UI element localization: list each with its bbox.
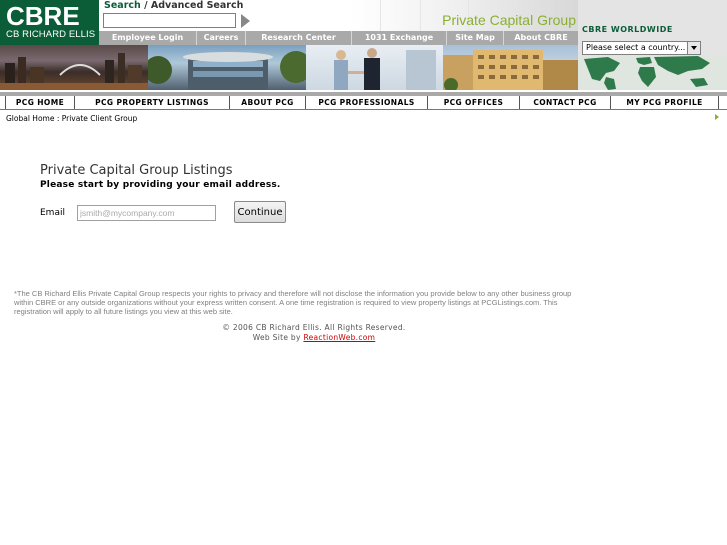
search-links: Search / Advanced Search (104, 0, 243, 11)
utility-nav-employee-login[interactable]: Employee Login (99, 31, 197, 45)
search-link-separator: / (144, 0, 148, 11)
search-area: Search / Advanced Search (99, 0, 350, 31)
utility-nav-research-center[interactable]: Research Center (246, 31, 352, 45)
advanced-search-link[interactable]: Advanced Search (151, 0, 243, 11)
photo-strip (0, 45, 578, 90)
nav-pcg-offices[interactable]: PCG OFFICES (427, 96, 519, 109)
chevron-down-icon[interactable] (687, 41, 701, 55)
site-credit: Web Site by ReactionWeb.com (0, 333, 628, 342)
search-go-arrow-icon[interactable] (241, 14, 250, 28)
email-field[interactable] (77, 205, 216, 221)
utility-nav-site-map[interactable]: Site Map (447, 31, 504, 45)
nav-pcg-home[interactable]: PCG HOME (5, 96, 74, 109)
nav-pcg-professionals[interactable]: PCG PROFESSIONALS (305, 96, 427, 109)
cbre-worldwide-panel: CBRE WORLDWIDE Please select a country..… (578, 0, 727, 90)
photo-office-tower (443, 45, 578, 90)
main-nav-bottom-border (0, 109, 727, 110)
search-input[interactable] (103, 13, 236, 28)
photo-city-skyline (0, 45, 148, 90)
continue-button[interactable]: Continue (234, 201, 286, 223)
nav-my-pcg-profile[interactable]: MY PCG PROFILE (610, 96, 718, 109)
pcg-banner: Private Capital Group (350, 0, 578, 31)
worldwide-title: CBRE WORLDWIDE (582, 25, 673, 34)
logo-main-text: CBRE (6, 1, 80, 31)
page: CBRE CB RICHARD ELLIS Search / Advanced … (0, 0, 727, 545)
logo-sub-text: CB RICHARD ELLIS (6, 29, 96, 40)
country-select[interactable]: Please select a country... (582, 41, 701, 55)
email-label: Email (40, 208, 65, 218)
site-credit-prefix: Web Site by (252, 333, 301, 342)
utility-nav: Employee Login Careers Research Center 1… (99, 31, 578, 45)
nav-pcg-property-listings[interactable]: PCG PROPERTY LISTINGS (74, 96, 229, 109)
utility-nav-1031-exchange[interactable]: 1031 Exchange (352, 31, 447, 45)
nav-contact-pcg[interactable]: CONTACT PCG (519, 96, 610, 109)
cbre-logo[interactable]: CBRE CB RICHARD ELLIS (0, 0, 99, 45)
copyright-text: © 2006 CB Richard Ellis. All Rights Rese… (222, 323, 406, 332)
page-title: Private Capital Group Listings (40, 163, 233, 178)
page-subtitle: Please start by providing your email add… (40, 180, 281, 190)
breadcrumb[interactable]: Global Home : Private Client Group (6, 114, 137, 123)
world-map-icon (578, 55, 727, 90)
utility-nav-careers[interactable]: Careers (197, 31, 246, 45)
nav-about-pcg[interactable]: ABOUT PCG (229, 96, 305, 109)
play-arrow-icon (715, 114, 719, 120)
photo-handshake (306, 45, 443, 90)
search-link[interactable]: Search (104, 0, 141, 11)
reactionweb-link[interactable]: ReactionWeb.com (303, 333, 375, 342)
photo-modern-building (148, 45, 306, 90)
privacy-notice: *The CB Richard Ellis Private Capital Gr… (14, 289, 572, 316)
utility-nav-about-cbre[interactable]: About CBRE (504, 31, 578, 45)
main-nav: PCG HOME PCG PROPERTY LISTINGS ABOUT PCG… (0, 96, 727, 109)
pcg-banner-title: Private Capital Group (442, 12, 576, 28)
